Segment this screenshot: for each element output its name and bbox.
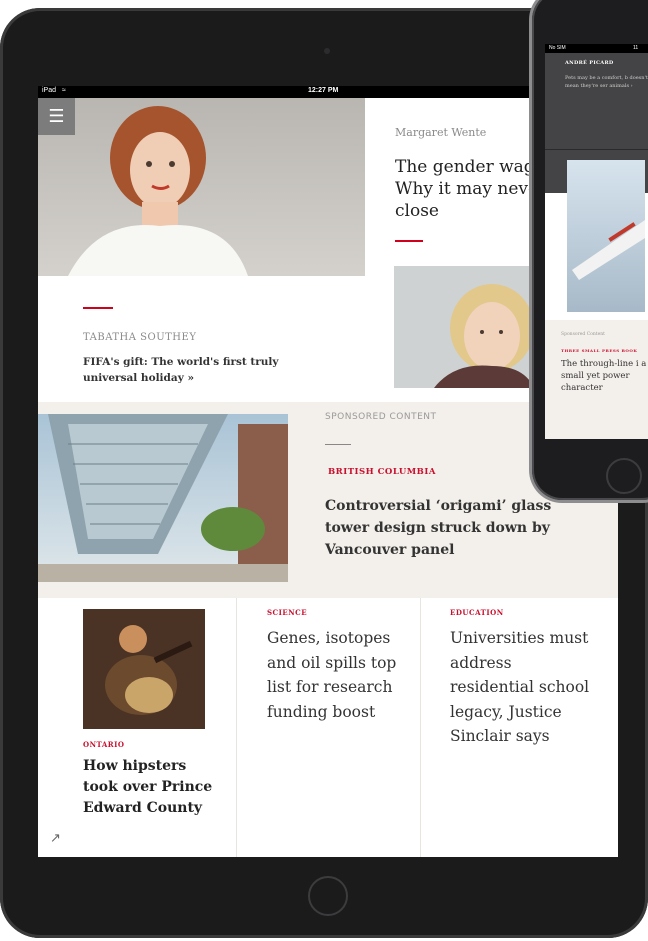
author-photo-woman[interactable] <box>38 98 365 276</box>
bottom-kicker-1: ONTARIO <box>83 740 125 749</box>
wifi-icon: ≈ <box>62 87 66 94</box>
ipad-screen: iPad ≈ 12:27 PM ☰ Margaret Wente The gen… <box>38 86 618 857</box>
phone-kicker: THREE SMALL PRESS BOOK <box>561 348 638 353</box>
front-camera <box>324 48 330 54</box>
phone-clock: 11 <box>633 45 639 51</box>
top-story-headline[interactable]: The gender wage Why it may neve close <box>395 156 555 222</box>
red-rule <box>83 307 113 309</box>
carrier-label: iPad <box>42 87 57 94</box>
sponsored-label: SPONSORED CONTENT <box>325 412 437 422</box>
phone-headline[interactable]: The through-line i a small yet power cha… <box>561 358 648 394</box>
red-rule <box>395 240 423 242</box>
bottom-kicker-3: EDUCATION <box>450 608 504 617</box>
clock: 12:27 PM <box>308 87 339 94</box>
home-button[interactable] <box>308 876 348 916</box>
bottom-headline-3[interactable]: Universities must address residential sc… <box>450 626 590 749</box>
southey-headline[interactable]: FIFA's gift: The world's first truly uni… <box>83 354 283 386</box>
bottom-headline-1[interactable]: How hipsters took over Prince Edward Cou… <box>83 756 223 819</box>
phone-home-button[interactable] <box>606 458 642 494</box>
sponsored-kicker: BRITISH COLUMBIA <box>328 467 436 477</box>
sponsored-headline[interactable]: Controversial ‘origami’ glass tower desi… <box>325 495 565 561</box>
bottom-headline-2[interactable]: Genes, isotopes and oil spills top list … <box>267 626 402 724</box>
top-story-byline: Margaret Wente <box>395 126 487 139</box>
phone-divider <box>545 149 648 150</box>
phone-status-bar: No SIM 11 <box>545 44 648 53</box>
phone-plane-photo[interactable] <box>567 160 645 312</box>
phone-teaser[interactable]: Pets may be a comfort, b doesn't mean th… <box>565 74 648 90</box>
menu-button[interactable]: ☰ <box>38 98 75 135</box>
hamburger-icon: ☰ <box>48 106 65 127</box>
status-bar: iPad ≈ 12:27 PM <box>38 86 618 98</box>
column-divider <box>420 598 421 857</box>
southey-byline: TABATHA SOUTHEY <box>83 332 197 343</box>
musician-photo[interactable] <box>83 609 205 729</box>
phone-byline: ANDRÉ PICARD <box>565 60 614 66</box>
gray-rule <box>325 444 351 445</box>
trending-icon[interactable]: ↗ <box>50 831 61 846</box>
author-photo-blonde[interactable] <box>394 266 534 388</box>
phone-sponsored-label: Sponsored Content <box>561 332 605 337</box>
tower-photo[interactable] <box>38 414 288 582</box>
bottom-kicker-2: SCIENCE <box>267 608 308 617</box>
iphone-screen: No SIM 11 ANDRÉ PICARD Pets may be a com… <box>545 44 648 439</box>
column-divider <box>236 598 237 857</box>
phone-carrier: No SIM <box>549 45 566 51</box>
